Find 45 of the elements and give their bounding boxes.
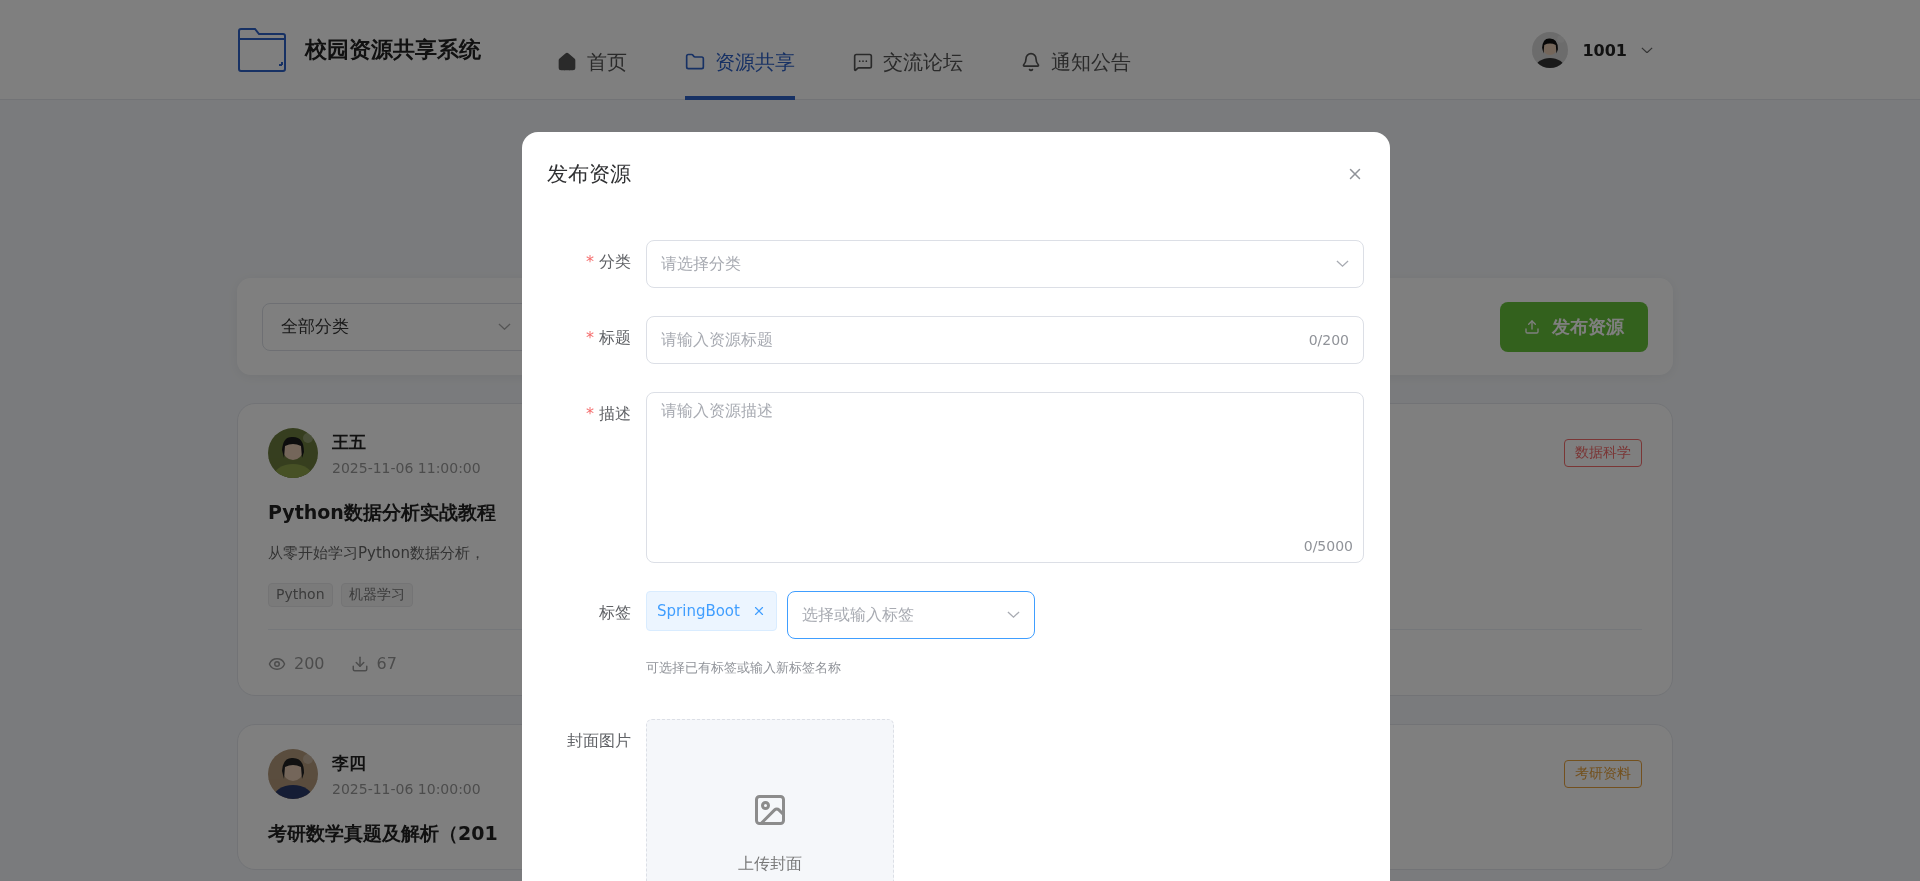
keyword-tag: Python (268, 583, 333, 607)
author-name: 王五 (332, 430, 367, 454)
required-mark: * (586, 404, 594, 423)
field-label: 标签 (599, 603, 631, 624)
description-textarea[interactable]: 请输入资源描述 0/5000 (646, 392, 1364, 563)
chevron-down-icon (498, 322, 511, 331)
bell-icon (1021, 52, 1041, 72)
category-tag: 考研资料 (1564, 760, 1642, 788)
nav-tab[interactable]: 首页 (557, 24, 627, 100)
title-input[interactable]: 请输入资源标题 0/200 (646, 316, 1364, 364)
nav-tab[interactable]: 通知公告 (1021, 24, 1131, 100)
category-tag: 数据科学 (1564, 439, 1642, 467)
nav-tab[interactable]: 资源共享 (685, 24, 795, 100)
field-label: 描述 (599, 404, 631, 425)
dialog-title: 发布资源 (547, 161, 631, 188)
char-counter: 0/5000 (1303, 538, 1353, 554)
field-label: 封面图片 (567, 731, 631, 752)
nav-tab[interactable]: 交流论坛 (853, 24, 963, 100)
folder-logo-icon (237, 27, 287, 73)
upload-label: 上传封面 (738, 853, 802, 875)
category-select[interactable]: 请选择分类 (646, 240, 1364, 288)
user-name[interactable]: 1001 (1582, 40, 1627, 60)
upload-icon (1524, 318, 1540, 335)
hint-text: 可选择已有标签或输入新标签名称 (646, 659, 842, 677)
chat-icon (853, 52, 873, 72)
resource-title[interactable]: 考研数学真题及解析（201 (268, 821, 498, 847)
download-icon (350, 654, 369, 673)
home-icon (557, 52, 577, 72)
char-counter: 0/200 (1308, 332, 1349, 348)
folder-icon (685, 52, 705, 72)
required-mark: * (586, 252, 594, 271)
chevron-down-icon (1006, 611, 1020, 619)
field-label: 分类 (599, 252, 631, 273)
resource-description: 从零开始学习Python数据分析， (268, 544, 485, 563)
brand-title: 校园资源共享系统 (305, 36, 481, 64)
tag-select[interactable]: 选择或输入标签 (786, 591, 1035, 639)
author-name: 李四 (332, 751, 367, 775)
chevron-down-icon[interactable] (1641, 46, 1653, 54)
field-label: 标题 (599, 328, 631, 349)
publish-button[interactable]: 发布资源 (1500, 301, 1648, 352)
upload-area[interactable]: 上传封面 (646, 719, 894, 881)
resource-title[interactable]: Python数据分析实战教程 (268, 500, 496, 526)
chevron-down-icon (1336, 260, 1349, 268)
required-mark: * (586, 328, 594, 347)
tag-chip: SpringBoot (646, 591, 777, 631)
